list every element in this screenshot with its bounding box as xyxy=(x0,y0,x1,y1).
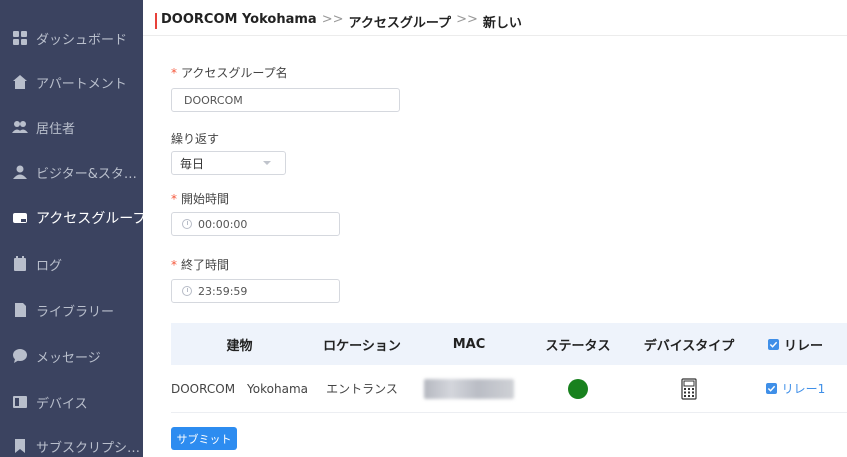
column-header-building: 建物 xyxy=(226,338,253,354)
sidebar-item-label: ログ xyxy=(36,258,63,274)
required-mark: * xyxy=(171,258,177,272)
breadcrumb-section[interactable]: アクセスグループ xyxy=(348,12,451,31)
end-time-input[interactable]: 23:59:59 xyxy=(171,279,340,303)
device-table: 建物 ロケーション MAC ステータス デバイスタイプ リレー DOORCOM … xyxy=(171,323,847,413)
mac-redacted xyxy=(424,378,514,399)
mac-cell xyxy=(416,378,522,399)
access-group-name-value: DOORCOM xyxy=(184,93,243,107)
sidebar-item-label: アクセスグループ xyxy=(36,211,143,227)
submit-button[interactable]: サブミット xyxy=(171,427,237,450)
device-type-cell xyxy=(634,377,744,400)
sidebar-item-label: ビジター&スタ… xyxy=(36,166,137,182)
repeat-value: 毎日 xyxy=(180,156,205,171)
sidebar-item-label: ダッシュボード xyxy=(36,32,128,48)
building-cell: DOORCOM Yokohama xyxy=(171,382,308,396)
main-content: DOORCOM Yokohama >> アクセスグループ >> 新しい * アクセ… xyxy=(143,0,847,457)
relay-cell: リレー1 xyxy=(744,380,847,397)
sidebar-item-dashboard[interactable]: ダッシュボード xyxy=(0,16,143,60)
access-group-name-input[interactable]: DOORCOM xyxy=(171,88,400,112)
end-time-label: * 終了時間 xyxy=(171,258,230,272)
sidebar-item-log[interactable]: ログ xyxy=(0,242,143,286)
sidebar-item-library[interactable]: ライブラリー xyxy=(0,288,143,332)
column-header-mac: MAC xyxy=(452,336,486,352)
column-header-relay: リレー xyxy=(744,335,847,354)
location-cell: エントランス xyxy=(326,382,398,396)
repeat-label: 繰り返す xyxy=(171,132,220,146)
visitor-icon xyxy=(12,164,28,180)
relay-header-label: リレー xyxy=(783,338,823,354)
start-time-input[interactable]: 00:00:00 xyxy=(171,212,340,236)
dashboard-icon xyxy=(12,30,28,46)
sidebar-item-apartment[interactable]: アパートメント xyxy=(0,60,143,104)
residents-icon xyxy=(12,119,28,135)
clock-icon xyxy=(182,219,192,229)
required-mark: * xyxy=(171,192,177,206)
column-header-location: ロケーション xyxy=(323,338,401,354)
log-icon xyxy=(12,256,28,272)
repeat-select[interactable]: 毎日 xyxy=(171,151,286,175)
end-time-value: 23:59:59 xyxy=(198,284,248,298)
table-header: 建物 ロケーション MAC ステータス デバイスタイプ リレー xyxy=(171,323,847,365)
relay-checkbox[interactable] xyxy=(765,383,777,394)
library-icon xyxy=(12,302,28,318)
device-icon xyxy=(12,394,28,410)
sidebar-item-label: アパートメント xyxy=(36,76,127,92)
clock-icon xyxy=(182,286,192,296)
sidebar-item-label: デバイス xyxy=(36,396,88,412)
message-icon xyxy=(12,348,28,364)
sidebar-item-subscription[interactable]: サブスクリプシ… xyxy=(0,424,143,457)
sidebar-item-residents[interactable]: 居住者 xyxy=(0,105,143,149)
subscription-icon xyxy=(12,438,28,454)
apartment-icon xyxy=(12,74,28,90)
select-all-relay-checkbox[interactable] xyxy=(767,338,779,350)
sidebar-item-label: サブスクリプシ… xyxy=(36,440,141,456)
relay-label[interactable]: リレー1 xyxy=(782,380,826,397)
sidebar-item-device[interactable]: デバイス xyxy=(0,380,143,424)
sidebar-item-access-group[interactable]: アクセスグループ xyxy=(0,196,143,240)
breadcrumb-separator: >> xyxy=(321,12,344,27)
device-type-icon xyxy=(681,377,697,400)
sidebar-item-label: 居住者 xyxy=(36,121,76,137)
chevron-down-icon xyxy=(263,161,271,165)
start-time-label: * 開始時間 xyxy=(171,192,230,206)
column-header-status: ステータス xyxy=(545,338,611,354)
sidebar-item-label: ライブラリー xyxy=(36,304,115,320)
access-group-name-label: * アクセスグループ名 xyxy=(171,66,288,80)
breadcrumb-accent xyxy=(155,13,157,29)
required-mark: * xyxy=(171,66,177,80)
sidebar-item-message[interactable]: メッセージ xyxy=(0,334,143,378)
start-time-value: 00:00:00 xyxy=(198,217,248,231)
breadcrumb: DOORCOM Yokohama >> アクセスグループ >> 新しい xyxy=(143,12,847,36)
status-cell xyxy=(522,378,634,399)
sidebar-item-label: メッセージ xyxy=(36,350,101,366)
breadcrumb-separator: >> xyxy=(456,12,478,27)
access-group-icon xyxy=(12,210,28,226)
sidebar: ダッシュボード アパートメント 居住者 ビジター&スタ… アクセスグループ ログ… xyxy=(0,0,143,457)
column-header-device-type: デバイスタイプ xyxy=(643,338,735,354)
sidebar-item-visitor[interactable]: ビジター&スタ… xyxy=(0,150,143,194)
breadcrumb-root[interactable]: DOORCOM Yokohama xyxy=(161,12,317,27)
status-online-indicator xyxy=(568,378,588,399)
breadcrumb-current: 新しい xyxy=(482,16,522,31)
table-row: DOORCOM Yokohama エントランス リレー1 xyxy=(171,365,847,413)
